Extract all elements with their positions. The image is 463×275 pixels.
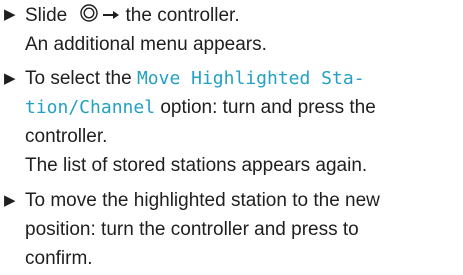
step-line: confirm. <box>25 248 93 269</box>
step-text-segment: Slide <box>25 5 68 26</box>
step-line: To select the Move Highlighted Sta- <box>25 64 459 93</box>
bullet-marker: ▶ <box>4 192 16 209</box>
step-text: To move the highlighted station to the n… <box>25 186 459 273</box>
controller-icon <box>79 3 99 23</box>
step-move-station: ▶ To move the highlighted station to the… <box>4 186 459 273</box>
bullet-marker: ▶ <box>4 6 16 23</box>
step-result-line: The list of stored stations appears agai… <box>25 155 368 176</box>
instruction-page: ▶ Slide the controller. An additional me… <box>0 0 463 275</box>
step-text-segment: To select the <box>25 68 132 89</box>
step-line: Slide the controller. <box>25 0 459 30</box>
menu-option-name: Move Highlighted Sta- <box>136 68 365 89</box>
step-slide-controller: ▶ Slide the controller. An additional me… <box>4 0 459 59</box>
step-line: position: turn the controller and press … <box>25 219 359 240</box>
arrow-right-icon <box>102 0 120 19</box>
step-text: Slide the controller. An additional menu… <box>25 0 459 59</box>
bullet-marker: ▶ <box>4 70 16 87</box>
step-text-segment: option: turn and press the <box>160 97 376 118</box>
step-line: To move the highlighted station to the n… <box>25 190 380 211</box>
step-line: tion/Channel option: turn and press the <box>25 93 459 122</box>
step-result-line: An additional menu appears. <box>25 34 267 55</box>
menu-option-name-continued: tion/Channel <box>25 97 156 118</box>
step-line: controller. <box>25 126 108 147</box>
step-select-option: ▶ To select the Move Highlighted Sta- ti… <box>4 64 459 180</box>
step-text: To select the Move Highlighted Sta- tion… <box>25 64 459 180</box>
step-text-segment: the controller. <box>125 5 240 26</box>
